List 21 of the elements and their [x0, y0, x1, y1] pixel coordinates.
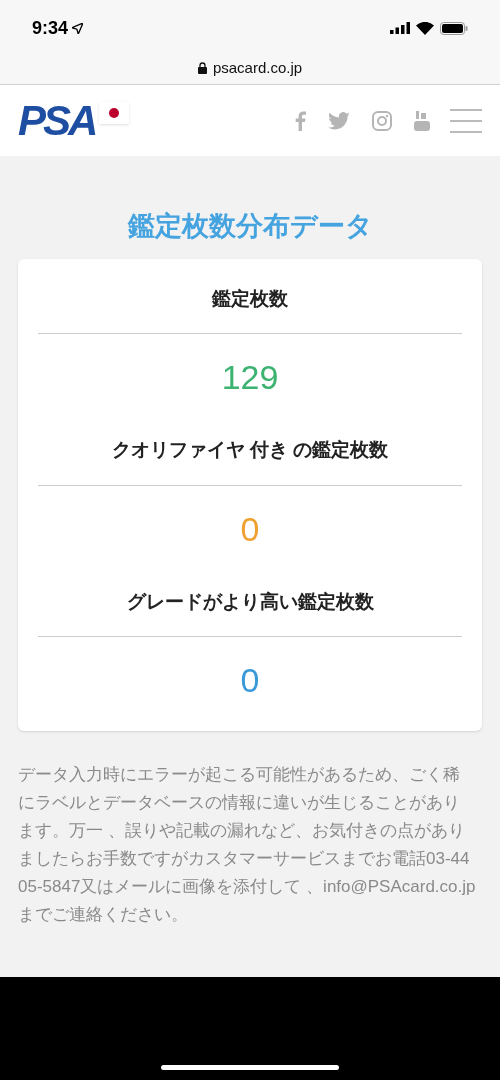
stat-label: クオリファイヤ 付き の鑑定枚数	[111, 438, 389, 462]
facebook-icon[interactable]	[294, 110, 306, 131]
notice-paragraph: データ入力時にエラーが起こる可能性があるため、ごく稀にラベルとデータベースの情報に違いが生じることがあります。万一 、誤りや記載の漏れなど、お気付きの点がありましたらお手数ですがカスタマーサービスまでお電話03-4405-5847又はメールに画像を添付して 、info@PSAcard.co.jp までご連絡ください。	[18, 764, 477, 926]
battery-icon	[440, 21, 468, 35]
url-text[interactable]: psacard.co.jp	[212, 56, 303, 80]
flag-icon	[99, 101, 130, 124]
stat-value: 0	[240, 508, 260, 550]
wifi-icon	[416, 21, 434, 35]
menu-icon[interactable]	[450, 108, 482, 133]
location-arrow-icon	[72, 22, 84, 34]
bird-icon[interactable]	[328, 111, 350, 130]
page-title: 鑑定枚数分布データ	[126, 210, 374, 243]
logo[interactable]: PSA	[18, 99, 96, 142]
stat-value: 129	[221, 357, 279, 398]
signal-icon	[390, 22, 410, 34]
lock-icon	[197, 62, 207, 74]
stat-label: グレードがより高い鑑定枚数	[126, 589, 374, 614]
clock-time: 9:34	[32, 16, 69, 40]
instagram-icon[interactable]	[372, 110, 392, 131]
stat-label: 鑑定枚数	[212, 286, 288, 311]
stat-value: 0	[240, 660, 260, 701]
